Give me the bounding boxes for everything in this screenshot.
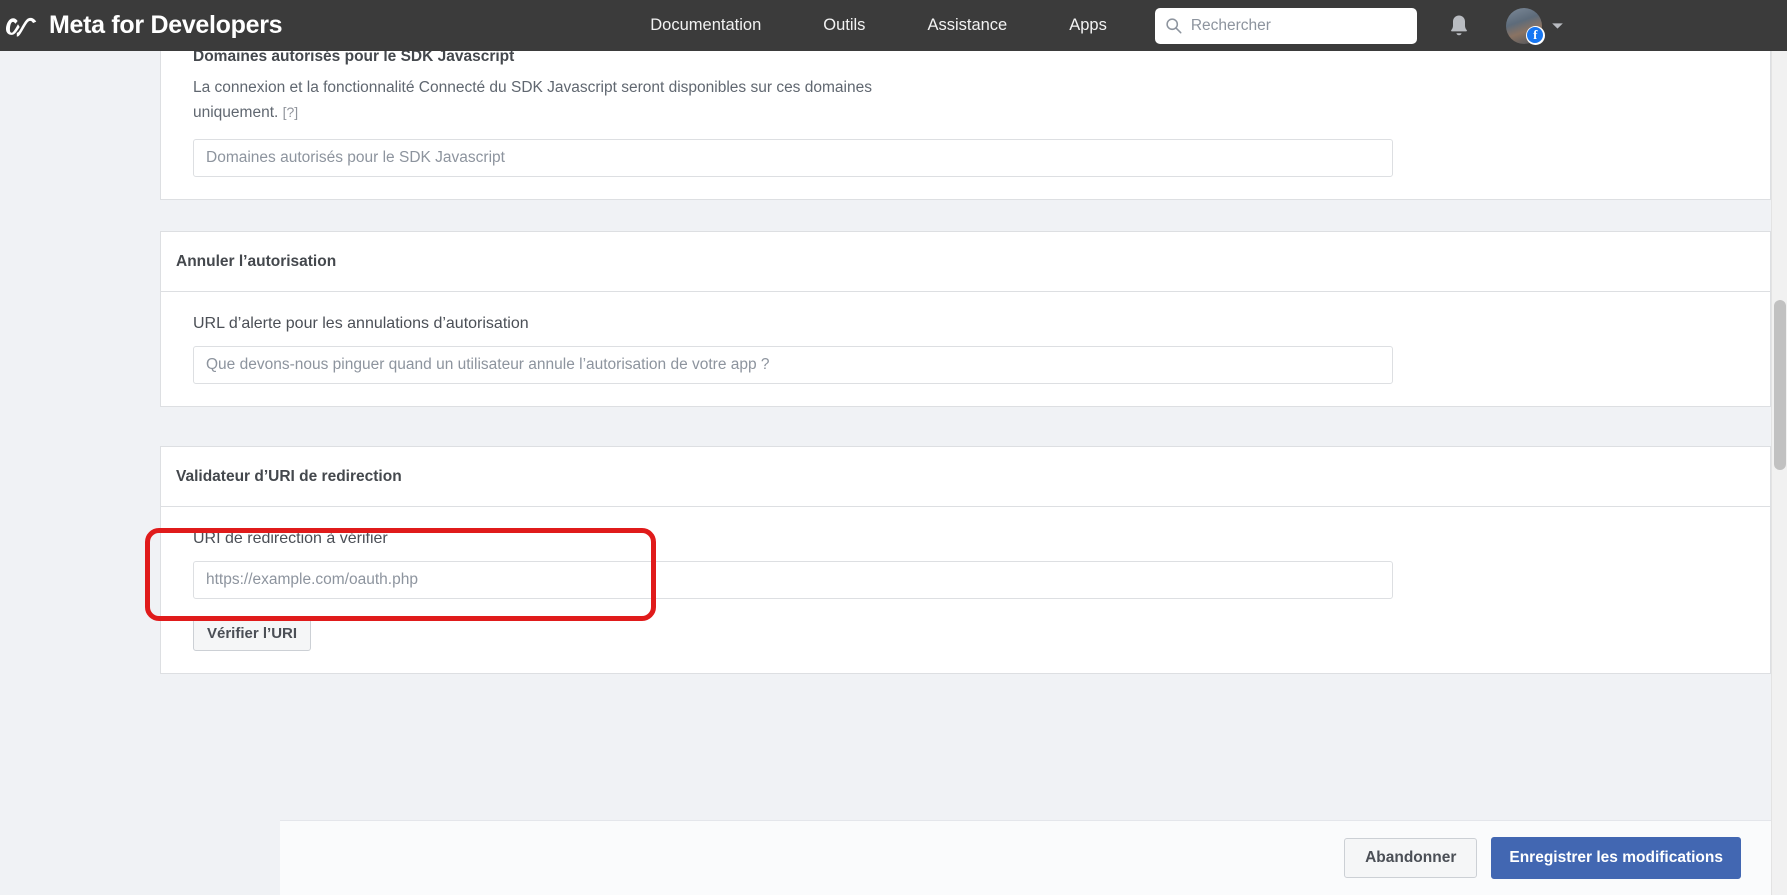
vertical-scrollbar[interactable] — [1771, 0, 1787, 895]
global-header: Meta for Developers Documentation Outils… — [0, 0, 1787, 51]
redirect-uri-input[interactable] — [193, 561, 1393, 599]
verify-uri-button[interactable]: Vérifier l’URI — [193, 616, 312, 651]
nav-item-apps[interactable]: Apps — [1069, 16, 1107, 35]
brand-logo-group[interactable]: Meta for Developers — [6, 11, 283, 40]
brand-wordmark: Meta for Developers — [49, 11, 283, 39]
meta-infinity-logo-icon — [6, 17, 37, 37]
page-root: Domaines autorisés pour le SDK Javascrip… — [0, 0, 1771, 895]
facebook-badge-glyph: f — [1527, 27, 1544, 43]
javascript-sdk-domains-input[interactable] — [193, 139, 1393, 177]
search-input[interactable] — [1190, 16, 1407, 35]
settings-content: Domaines autorisés pour le SDK Javascrip… — [160, 0, 1771, 705]
card-header-redirect-uri-validator: Validateur d’URI de redirection — [161, 447, 1770, 507]
deauthorize-callback-url-input[interactable] — [193, 346, 1393, 384]
save-bar: Abandonner Enregistrer les modifications — [280, 820, 1771, 895]
card-deauthorize: Annuler l’autorisation URL d’alerte pour… — [160, 231, 1771, 407]
card-header-deauthorize: Annuler l’autorisation — [161, 232, 1770, 292]
deauthorize-callback-label: URL d’alerte pour les annulations d’auto… — [193, 315, 529, 332]
left-rail-spacer — [0, 0, 160, 895]
card-javascript-sdk-domains: Domaines autorisés pour le SDK Javascrip… — [160, 29, 1771, 200]
card-body-redirect-uri-validator: URI de redirection à vérifier Vérifier l… — [161, 507, 1770, 673]
redirect-uri-label: URI de redirection à vérifier — [193, 530, 388, 547]
search-box[interactable] — [1154, 7, 1417, 44]
nav-item-documentation[interactable]: Documentation — [650, 16, 761, 35]
account-avatar-button[interactable]: f — [1505, 7, 1545, 45]
help-question-icon[interactable]: [?] — [283, 104, 299, 120]
card-body-javascript-sdk-domains: Domaines autorisés pour le SDK Javascrip… — [161, 30, 1770, 199]
nav-item-assistance[interactable]: Assistance — [927, 16, 1007, 35]
card-title-deauthorize: Annuler l’autorisation — [176, 253, 337, 270]
cancel-button[interactable]: Abandonner — [1344, 838, 1478, 878]
card-title-redirect-uri-validator: Validateur d’URI de redirection — [176, 468, 402, 485]
card-redirect-uri-validator: Validateur d’URI de redirection URI de r… — [160, 446, 1771, 674]
save-changes-button[interactable]: Enregistrer les modifications — [1491, 837, 1741, 879]
primary-navigation: Documentation Outils Assistance Apps — [650, 16, 1107, 35]
bell-icon[interactable] — [1448, 14, 1470, 38]
chevron-down-icon[interactable] — [1551, 22, 1564, 30]
scrollbar-thumb[interactable] — [1774, 300, 1786, 470]
card-body-deauthorize: URL d’alerte pour les annulations d’auto… — [161, 292, 1770, 406]
search-icon — [1166, 18, 1182, 34]
javascript-sdk-description: La connexion et la fonctionnalité Connec… — [193, 75, 905, 125]
nav-item-outils[interactable]: Outils — [823, 16, 865, 35]
facebook-badge-icon: f — [1525, 25, 1545, 45]
